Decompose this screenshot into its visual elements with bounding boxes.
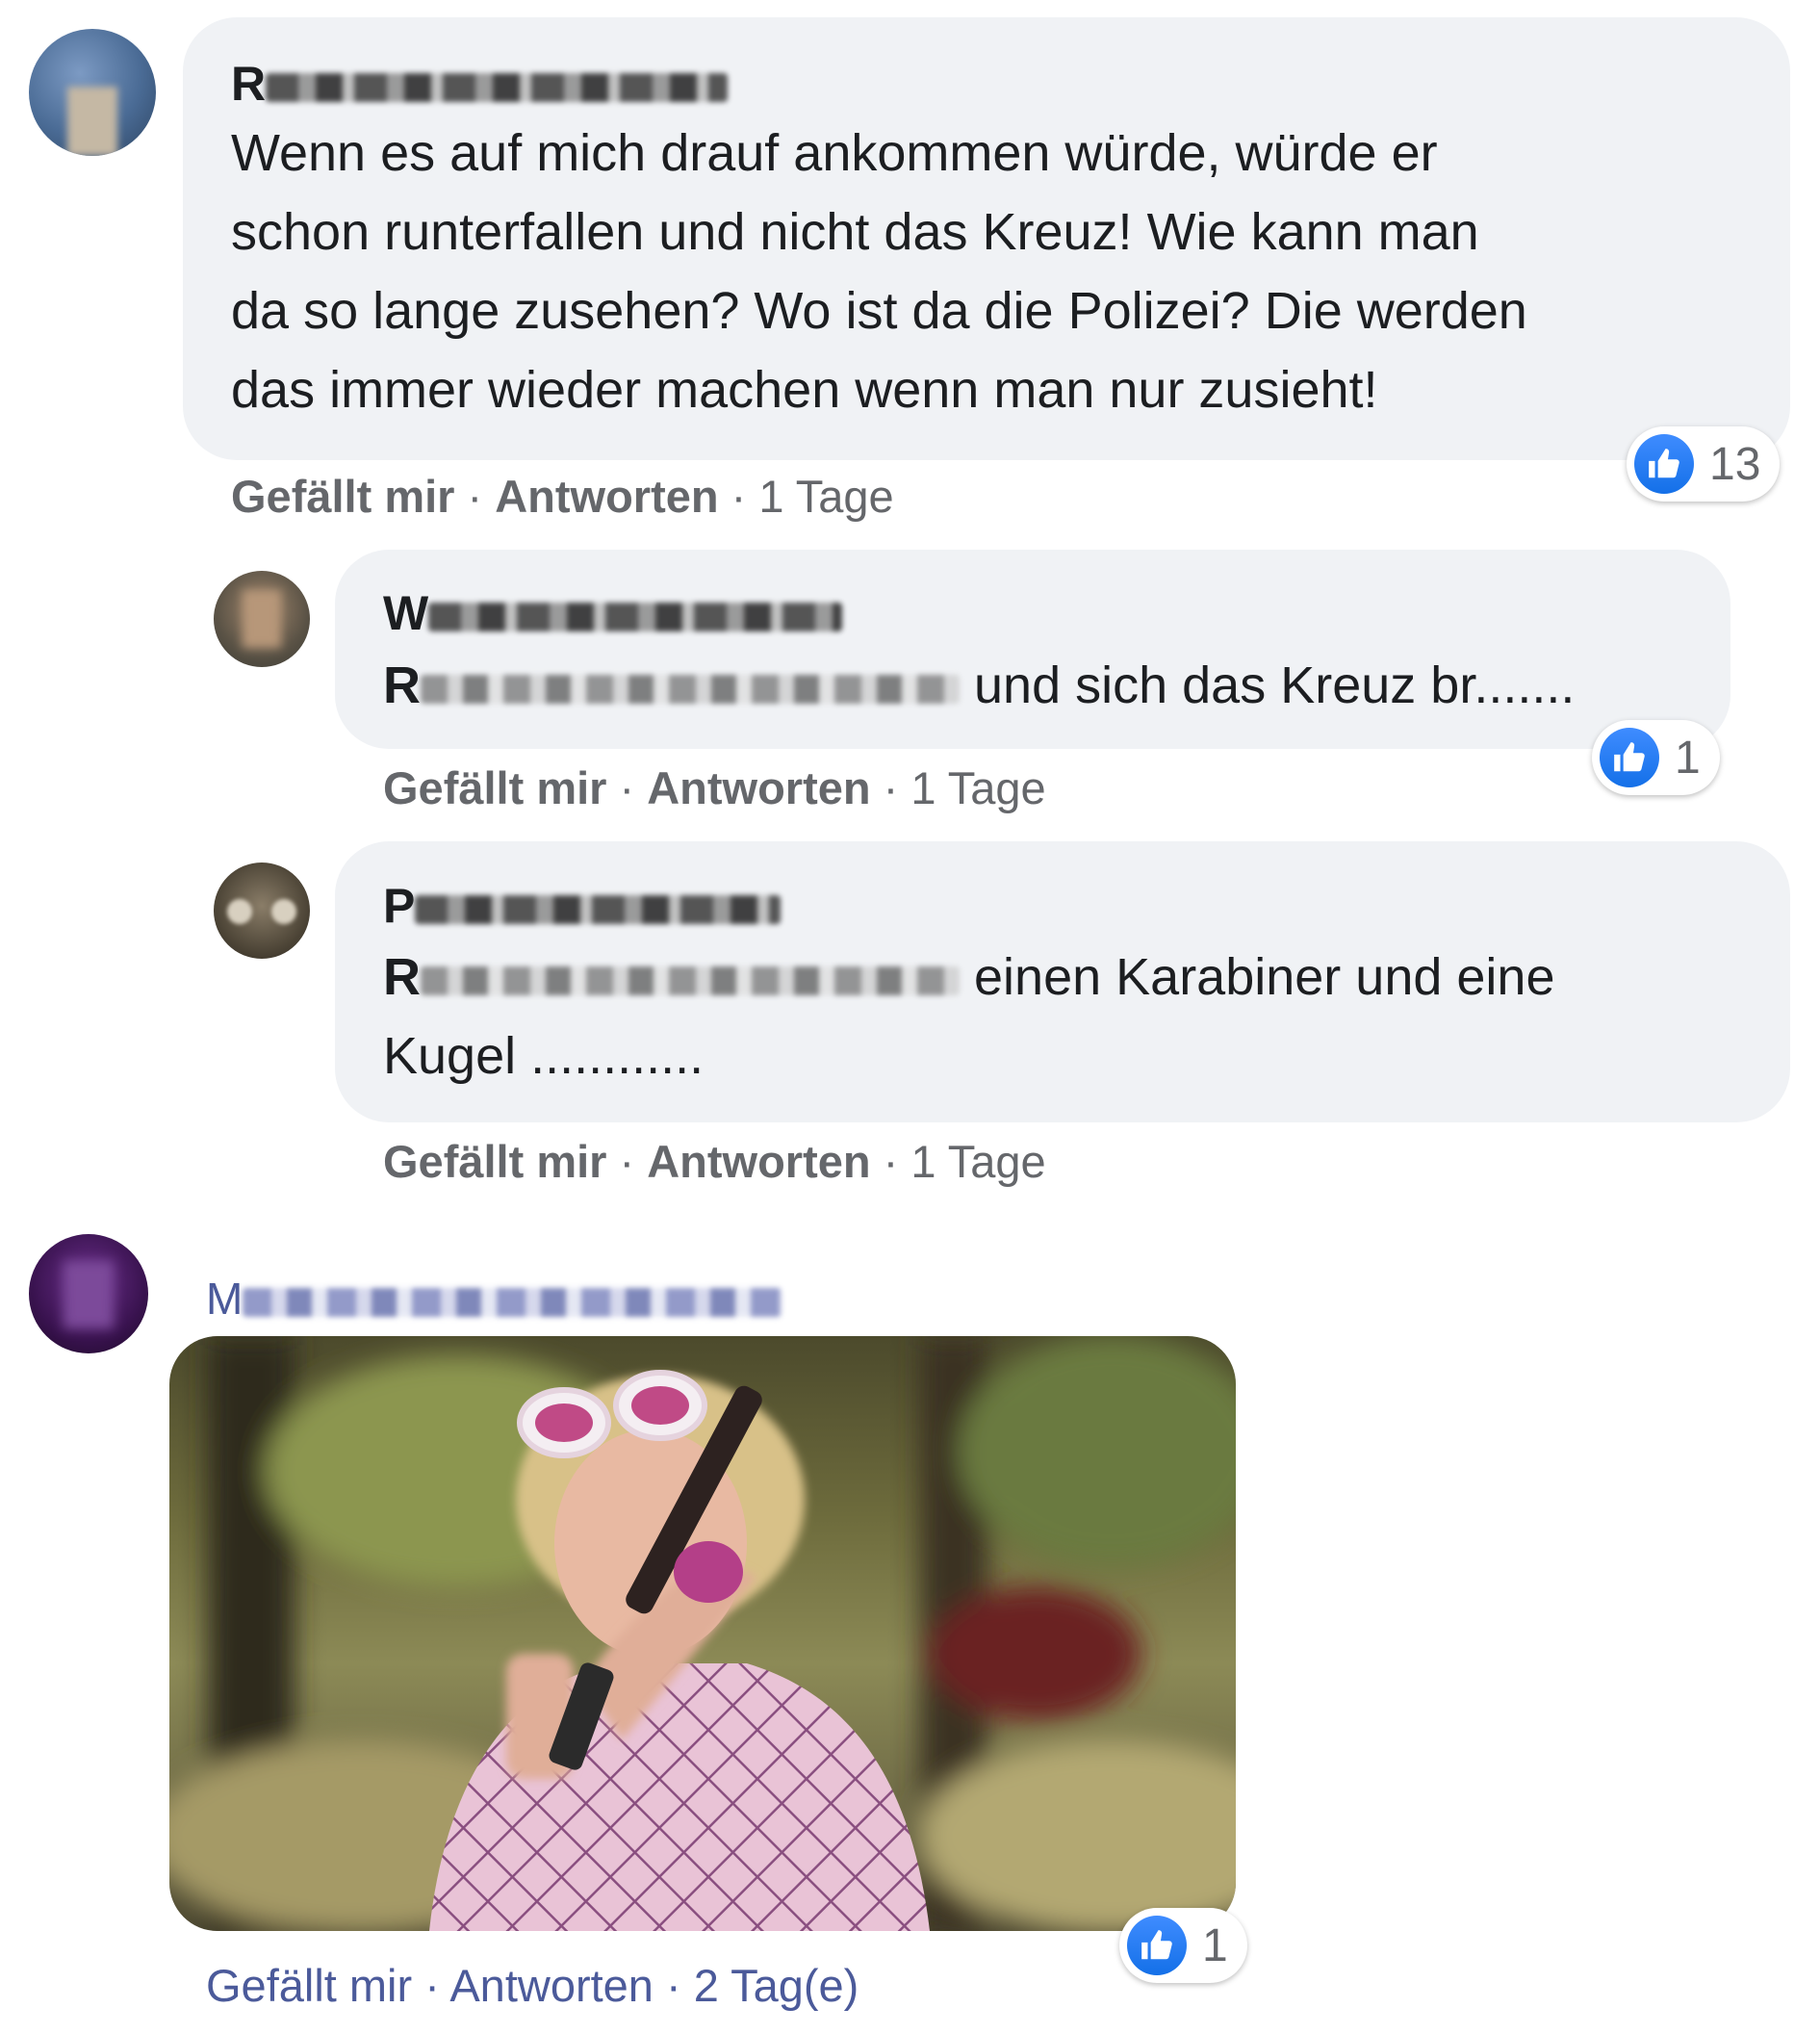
comment-text: R einen Karabiner und eine Kugel .......… xyxy=(383,948,1555,1085)
comment-actions: Gefällt mir · Antworten · 1 Tage xyxy=(383,1136,1046,1187)
reaction-count[interactable]: 1 xyxy=(1592,720,1720,795)
reply-link[interactable]: Antworten xyxy=(647,1136,870,1187)
comment-author[interactable]: W xyxy=(383,585,843,641)
like-icon xyxy=(1127,1916,1187,1975)
reaction-count[interactable]: 1 xyxy=(1119,1908,1247,1983)
comment-actions: Gefällt mir · Antworten · 1 Tage xyxy=(383,762,1046,813)
comment-actions: Gefällt mir · Antworten · 2 Tag(e) xyxy=(206,1960,859,2011)
reply-link[interactable]: Antworten xyxy=(647,762,870,813)
gif-image[interactable] xyxy=(169,1336,1236,1931)
reply-link[interactable]: Antworten xyxy=(449,1960,654,2011)
like-link[interactable]: Gefällt mir xyxy=(383,762,606,813)
reply-link[interactable]: Antworten xyxy=(495,471,718,522)
like-link[interactable]: Gefällt mir xyxy=(206,1960,412,2011)
avatar[interactable] xyxy=(214,863,310,959)
like-link[interactable]: Gefällt mir xyxy=(231,471,454,522)
avatar[interactable] xyxy=(29,1234,148,1353)
timestamp[interactable]: 1 Tage xyxy=(910,1136,1045,1187)
comment-actions: Gefällt mir · Antworten · 1 Tage xyxy=(231,471,894,522)
timestamp[interactable]: 1 Tage xyxy=(758,471,893,522)
like-icon xyxy=(1600,728,1659,787)
comment-text: R und sich das Kreuz br....... xyxy=(383,657,1576,714)
timestamp[interactable]: 1 Tage xyxy=(910,762,1045,813)
gif-illustration xyxy=(169,1336,1236,1931)
comment-author[interactable]: M xyxy=(206,1273,782,1325)
comment-author[interactable]: R xyxy=(231,56,729,112)
reaction-count[interactable]: 13 xyxy=(1627,426,1781,502)
like-link[interactable]: Gefällt mir xyxy=(383,1136,606,1187)
like-icon xyxy=(1634,434,1694,494)
timestamp[interactable]: 2 Tag(e) xyxy=(694,1960,859,2011)
mention-link[interactable]: R xyxy=(383,657,960,714)
avatar[interactable] xyxy=(214,571,310,667)
avatar[interactable] xyxy=(29,29,156,156)
comment-author[interactable]: P xyxy=(383,878,782,934)
mention-link[interactable]: R xyxy=(383,948,960,1006)
comment-text: Wenn es auf mich drauf ankommen würde, w… xyxy=(231,124,1527,419)
